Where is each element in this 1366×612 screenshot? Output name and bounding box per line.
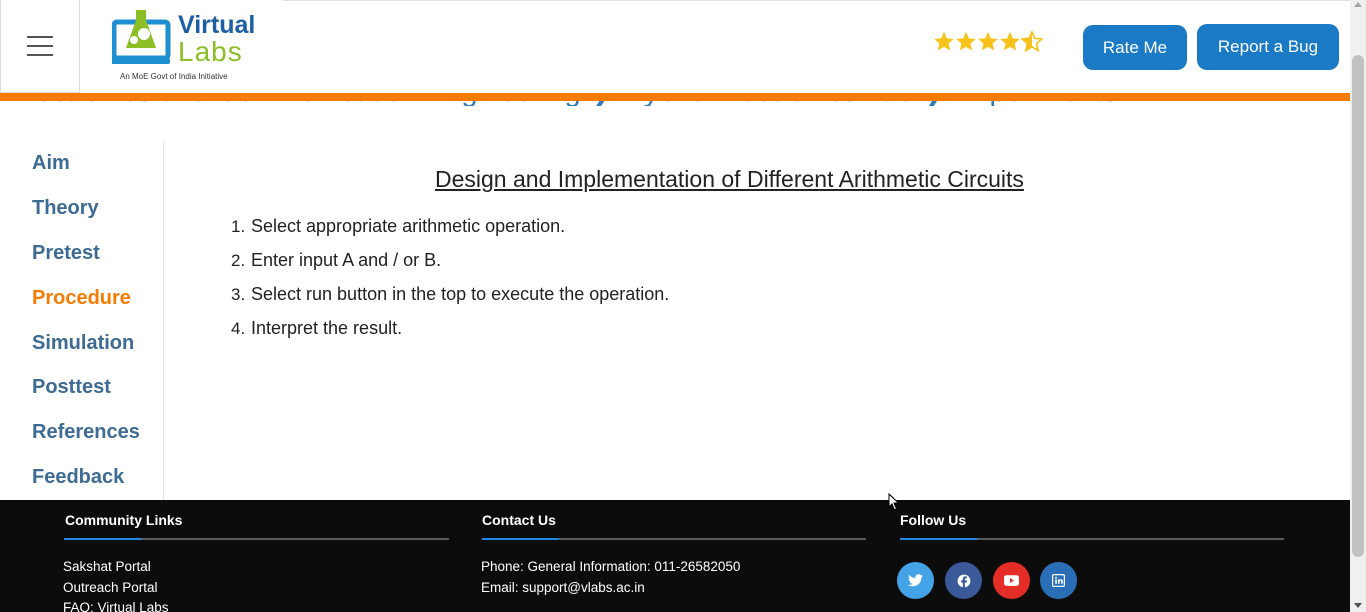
header-accent-bar [0, 93, 1350, 101]
sidebar-item-posttest[interactable]: Posttest [32, 376, 111, 399]
footer-contact-phone: Phone: General Information: 011-26582050 [481, 559, 741, 574]
procedure-steps: 1. Select appropriate arithmetic operatio… [231, 212, 669, 348]
report-bug-button[interactable]: Report a Bug [1197, 24, 1339, 70]
logo-tagline: An MoE Govt of India Initiative [120, 72, 228, 81]
sidebar: Aim Theory Pretest Procedure Simulation … [0, 141, 164, 500]
scroll-down-arrow-icon[interactable] [1354, 603, 1362, 608]
footer-divider-accent [900, 538, 977, 540]
star-full-icon [956, 31, 976, 51]
sidebar-item-theory[interactable]: Theory [32, 197, 99, 220]
footer-divider-accent [64, 538, 141, 540]
youtube-icon[interactable] [993, 562, 1030, 599]
list-item: 3. Select run button in the top to execut… [231, 284, 670, 304]
list-item: 1. Select appropriate arithmetic operatio… [231, 216, 566, 236]
footer-divider-accent [482, 538, 559, 540]
list-item: 2. Enter input A and / or B. [231, 250, 442, 270]
facebook-icon[interactable] [945, 562, 982, 599]
footer-link-sakshat[interactable]: Sakshat Portal [63, 559, 151, 574]
mouse-cursor-icon [888, 493, 900, 511]
linkedin-icon[interactable] [1040, 562, 1077, 599]
footer-contact-email[interactable]: Email: support@vlabs.ac.in [481, 580, 645, 595]
footer-community-title: Community Links [65, 512, 183, 528]
sidebar-item-simulation[interactable]: Simulation [32, 332, 134, 355]
scroll-up-arrow-icon[interactable] [1354, 2, 1362, 7]
menu-toggle-button[interactable] [0, 0, 80, 93]
rate-me-button[interactable]: Rate Me [1083, 25, 1187, 70]
page-scrollbar[interactable] [1350, 0, 1366, 612]
rating-stars[interactable] [933, 31, 1043, 53]
sidebar-item-references[interactable]: References [32, 421, 140, 444]
sidebar-item-feedback[interactable]: Feedback [32, 466, 124, 489]
footer-link-outreach[interactable]: Outreach Portal [63, 580, 158, 595]
sidebar-item-pretest[interactable]: Pretest [32, 242, 100, 265]
star-half-icon [1021, 31, 1043, 53]
footer-link-faq[interactable]: FAQ: Virtual Labs [63, 600, 169, 612]
list-item: 4. Interpret the result. [231, 318, 403, 338]
footer: Community Links Sakshat Portal Outreach … [0, 500, 1350, 612]
hamburger-icon [27, 36, 53, 56]
footer-follow-title: Follow Us [900, 512, 967, 528]
star-full-icon [978, 31, 998, 51]
scrollbar-thumb[interactable] [1352, 55, 1364, 557]
footer-contact-title: Contact Us [482, 512, 556, 528]
twitter-icon[interactable] [897, 562, 934, 599]
header: Electronics and Communication Engineerin… [0, 0, 1350, 106]
star-full-icon [1000, 31, 1020, 51]
star-full-icon [934, 31, 954, 51]
page-title: Design and Implementation of Different A… [435, 166, 1024, 192]
sidebar-item-procedure[interactable]: Procedure [32, 287, 131, 310]
logo-text-labs: Labs [178, 36, 243, 67]
sidebar-item-aim[interactable]: Aim [32, 152, 70, 175]
